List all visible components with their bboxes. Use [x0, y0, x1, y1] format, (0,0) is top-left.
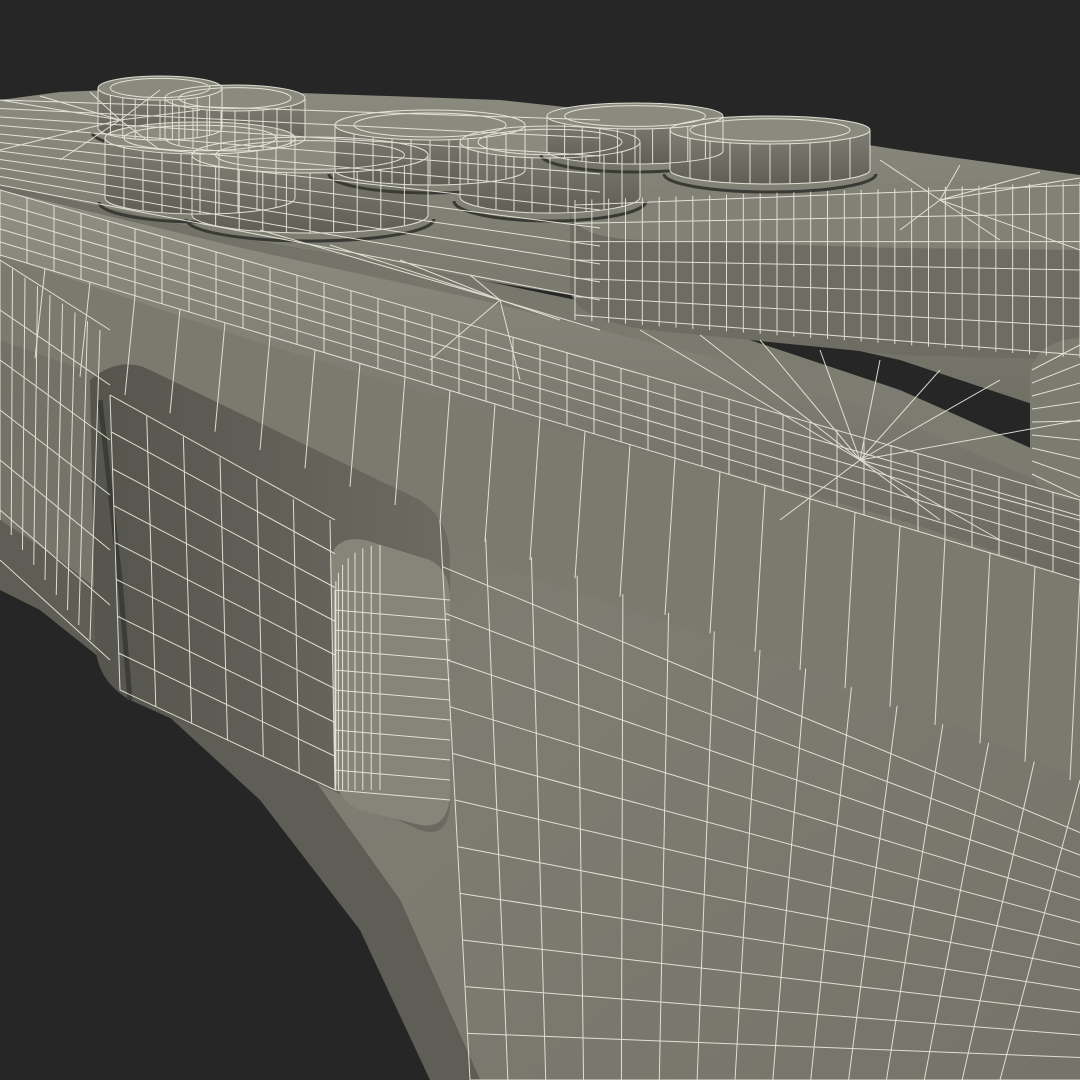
wireframe-render — [0, 75, 1080, 1080]
